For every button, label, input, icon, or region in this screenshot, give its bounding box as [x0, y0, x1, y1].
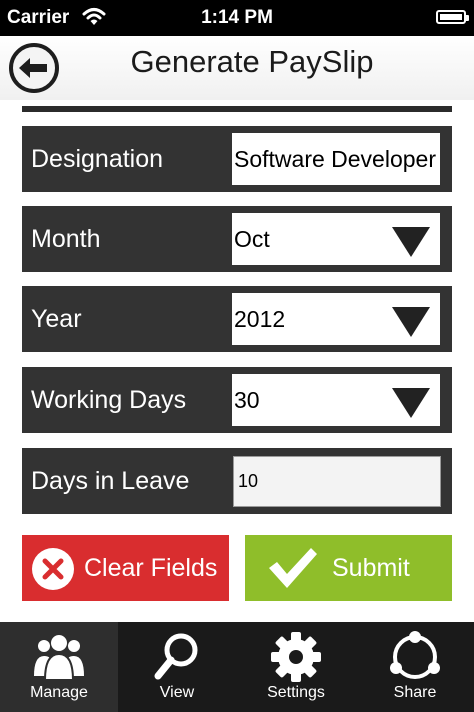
- tab-share[interactable]: Share: [356, 622, 474, 712]
- clear-fields-label: Clear Fields: [84, 554, 218, 582]
- working-days-value: 30: [234, 387, 260, 413]
- dropdown-arrow-icon: [392, 307, 430, 337]
- month-select[interactable]: Oct: [232, 213, 440, 265]
- designation-field[interactable]: Software Developer: [232, 133, 440, 185]
- gear-icon: [271, 632, 321, 682]
- working-days-label: Working Days: [31, 386, 187, 414]
- dropdown-arrow-icon: [392, 388, 430, 418]
- tab-share-label: Share: [393, 684, 437, 701]
- month-value: Oct: [234, 226, 270, 252]
- designation-label: Designation: [31, 145, 164, 173]
- days-in-leave-label: Days in Leave: [31, 467, 190, 495]
- designation-value: Software Developer: [234, 146, 436, 172]
- working-days-row: Working Days 30: [22, 367, 452, 433]
- nav-header: Generate PaySlip: [0, 36, 474, 100]
- dropdown-arrow-icon: [392, 227, 430, 257]
- submit-button[interactable]: Submit: [245, 535, 452, 601]
- battery-icon: [436, 10, 469, 24]
- header-divider: [22, 106, 452, 112]
- share-icon: [390, 631, 440, 679]
- users-icon: [34, 635, 84, 681]
- year-value: 2012: [234, 306, 286, 332]
- clear-fields-button[interactable]: Clear Fields: [22, 535, 229, 601]
- tab-settings[interactable]: Settings: [237, 622, 355, 712]
- tab-bar: Manage View Settings Share: [0, 622, 474, 712]
- working-days-select[interactable]: 30: [232, 374, 440, 426]
- tab-manage-label: Manage: [30, 684, 88, 701]
- status-bar: Carrier 1:14 PM: [0, 0, 474, 36]
- year-row: Year 2012: [22, 286, 452, 352]
- tab-view[interactable]: View: [118, 622, 236, 712]
- days-in-leave-row: Days in Leave: [22, 448, 452, 514]
- year-label: Year: [31, 305, 82, 333]
- tab-view-label: View: [159, 684, 195, 701]
- submit-label: Submit: [332, 554, 410, 582]
- month-row: Month Oct: [22, 206, 452, 272]
- days-in-leave-input[interactable]: [233, 456, 441, 507]
- checkmark-icon: [269, 548, 317, 588]
- clock: 1:14 PM: [201, 7, 273, 28]
- tab-manage[interactable]: Manage: [0, 622, 118, 712]
- year-select[interactable]: 2012: [232, 293, 440, 345]
- designation-row: Designation Software Developer: [22, 126, 452, 192]
- clear-x-icon: [32, 548, 74, 590]
- tab-settings-label: Settings: [267, 684, 325, 701]
- page-title: Generate PaySlip: [130, 44, 374, 79]
- magnifier-icon: [154, 633, 198, 680]
- month-label: Month: [31, 225, 101, 253]
